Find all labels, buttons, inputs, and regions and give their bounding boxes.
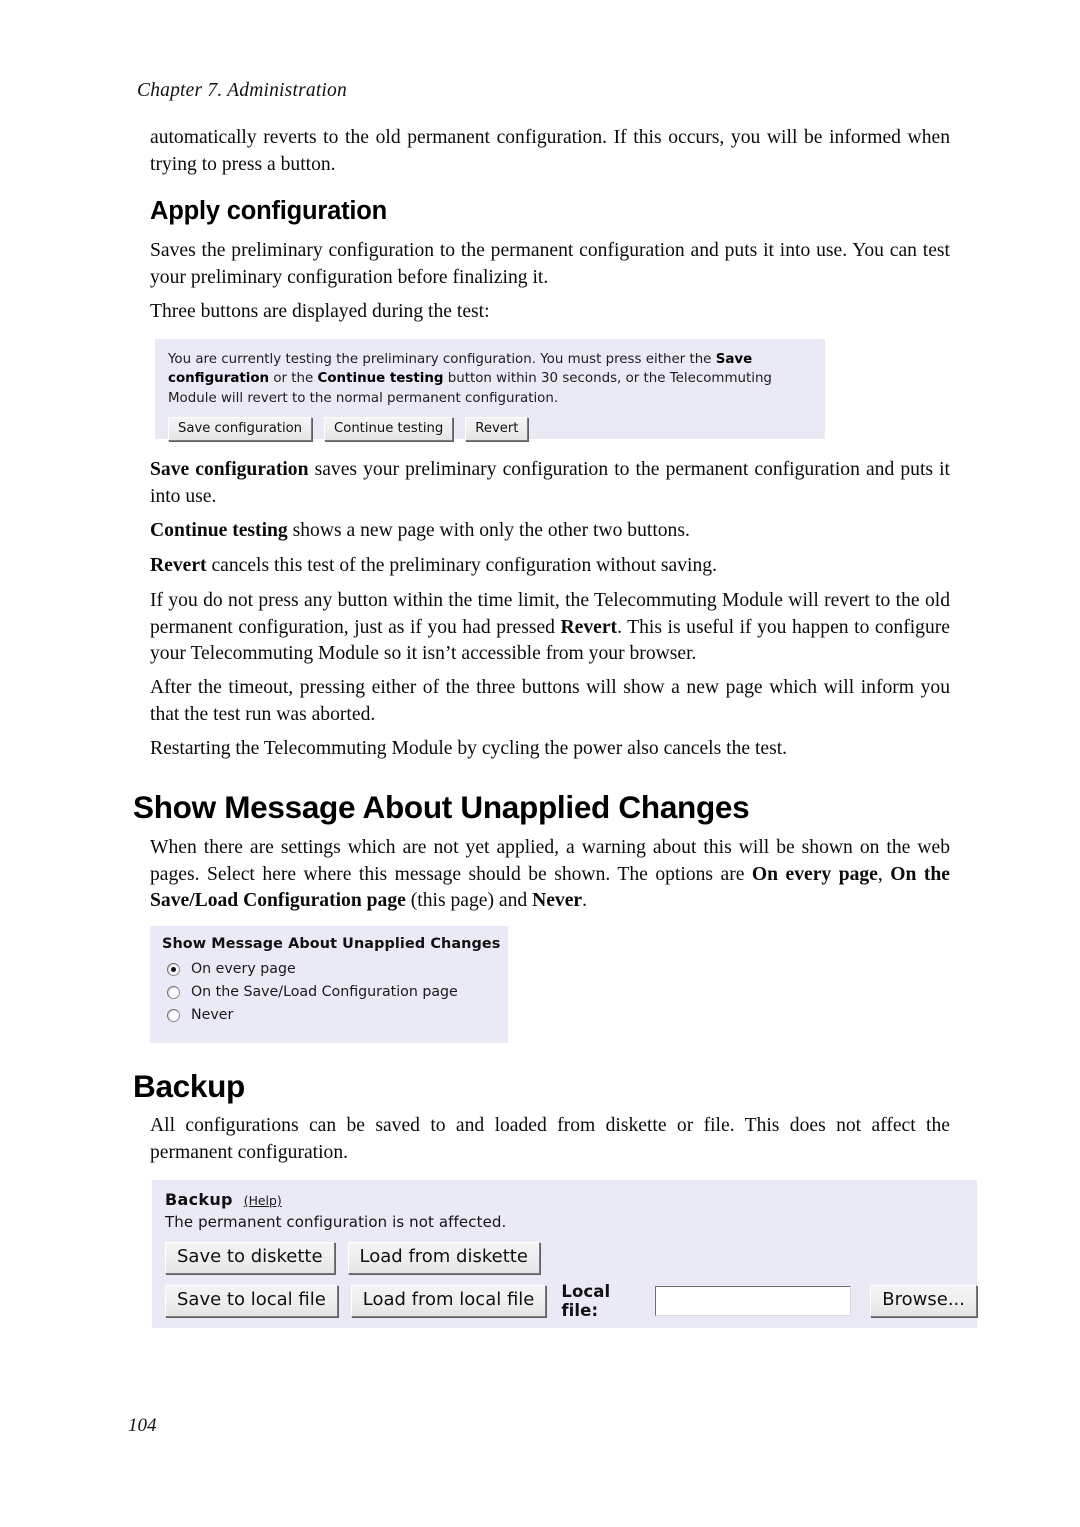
save-configuration-button[interactable]: Save configuration <box>168 417 313 442</box>
radio-option-label: Never <box>191 1007 234 1023</box>
page-number: 104 <box>128 1415 157 1436</box>
intro-paragraph-block: automatically reverts to the old permane… <box>150 125 950 178</box>
backup-local-file-row: Save to local file Load from local file … <box>165 1282 977 1320</box>
restart-block: Restarting the Telecommuting Module by c… <box>150 736 950 763</box>
timeout-paragraph: If you do not press any button within th… <box>150 588 950 668</box>
apply-para2-block: Three buttons are displayed during the t… <box>150 299 950 326</box>
backup-paragraph-block: All configurations can be saved to and l… <box>150 1113 950 1166</box>
radio-option-label: On the Save/Load Configuration page <box>191 984 458 1000</box>
apply-paragraph-1: Saves the preliminary configuration to t… <box>150 240 950 288</box>
radio-button-icon[interactable] <box>167 962 180 976</box>
load-from-diskette-button[interactable]: Load from diskette <box>347 1242 540 1274</box>
backup-diskette-row: Save to diskette Load from diskette <box>165 1242 977 1274</box>
desc-save-block: Save configuration saves your preliminar… <box>150 457 950 510</box>
after-timeout-block: After the timeout, pressing either of th… <box>150 675 950 728</box>
save-to-diskette-button[interactable]: Save to diskette <box>165 1242 335 1274</box>
heading-show-message-unapplied-changes: Show Message About Unapplied Changes <box>133 789 750 825</box>
unapplied-text-b: , <box>877 863 891 885</box>
testing-message-part-2: or the <box>269 371 318 387</box>
radio-button-icon[interactable] <box>167 1008 180 1022</box>
help-link[interactable]: (Help) <box>244 1193 282 1208</box>
unapplied-bold-on-every-page: On every page <box>751 863 878 885</box>
backup-panel-header: Backup (Help) <box>165 1190 977 1209</box>
backup-paragraph: All configurations can be saved to and l… <box>150 1115 950 1163</box>
document-page: Chapter 7. Administration automatically … <box>0 0 1080 1527</box>
radio-option-never[interactable]: Never <box>167 1007 508 1023</box>
screenshot-backup-panel: Backup (Help) The permanent configuratio… <box>152 1180 977 1328</box>
desc-continue-block: Continue testing shows a new page with o… <box>150 518 950 545</box>
screenshot-apply-configuration-panel: You are currently testing the preliminar… <box>155 339 825 442</box>
radio-button-icon[interactable] <box>167 985 180 999</box>
unapplied-text-d: . <box>582 890 588 912</box>
intro-paragraph: automatically reverts to the old permane… <box>150 127 950 175</box>
load-from-local-file-button[interactable]: Load from local file <box>350 1285 547 1317</box>
testing-message-part-1: You are currently testing the preliminar… <box>168 352 716 367</box>
radio-option-on-every-page[interactable]: On every page <box>167 961 508 977</box>
desc-revert: Revert cancels this test of the prelimin… <box>150 553 950 580</box>
continue-testing-button[interactable]: Continue testing <box>324 417 454 442</box>
after-timeout-paragraph: After the timeout, pressing either of th… <box>150 677 950 725</box>
browse-button[interactable]: Browse... <box>870 1285 977 1317</box>
local-file-label: Local file: <box>561 1282 611 1320</box>
desc-revert-block: Revert cancels this test of the prelimin… <box>150 553 950 580</box>
save-to-local-file-button[interactable]: Save to local file <box>165 1285 338 1317</box>
local-file-input[interactable] <box>655 1286 852 1316</box>
apply-para1-block: Saves the preliminary configuration to t… <box>150 238 950 291</box>
unapplied-paragraph: When there are settings which are not ye… <box>150 835 950 915</box>
timeout-bold-revert: Revert <box>560 616 618 638</box>
backup-panel-title: Backup <box>165 1190 233 1209</box>
testing-button-row: Save configuration Continue testing Reve… <box>168 417 812 442</box>
desc-revert-label: Revert <box>150 555 207 576</box>
desc-save-label: Save configuration <box>150 459 309 480</box>
running-head: Chapter 7. Administration <box>137 80 347 101</box>
restart-paragraph: Restarting the Telecommuting Module by c… <box>150 738 788 759</box>
testing-message: You are currently testing the preliminar… <box>168 350 812 408</box>
desc-revert-text: cancels this test of the preliminary con… <box>206 555 717 576</box>
apply-paragraph-2: Three buttons are displayed during the t… <box>150 301 490 322</box>
heading-backup: Backup <box>133 1068 245 1104</box>
desc-continue-text: shows a new page with only the other two… <box>287 520 690 541</box>
backup-panel-subtitle: The permanent configuration is not affec… <box>165 1213 507 1231</box>
screenshot-unapplied-changes-panel: Show Message About Unapplied Changes On … <box>150 926 508 1043</box>
testing-message-bold-continue: Continue testing <box>317 371 444 387</box>
radio-option-save-load-configuration-page[interactable]: On the Save/Load Configuration page <box>167 984 508 1000</box>
unapplied-bold-never: Never <box>532 890 583 912</box>
radio-option-label: On every page <box>191 961 296 977</box>
revert-button[interactable]: Revert <box>465 417 529 442</box>
radio-panel-title: Show Message About Unapplied Changes <box>162 936 501 952</box>
unapplied-text-c: (this page) and <box>405 890 533 912</box>
heading-apply-configuration: Apply configuration <box>150 197 388 225</box>
desc-save-configuration: Save configuration saves your preliminar… <box>150 457 950 510</box>
desc-continue-testing: Continue testing shows a new page with o… <box>150 518 950 545</box>
desc-continue-label: Continue testing <box>150 520 288 541</box>
unapplied-paragraph-block: When there are settings which are not ye… <box>150 835 950 915</box>
timeout-paragraph-block: If you do not press any button within th… <box>150 588 950 668</box>
